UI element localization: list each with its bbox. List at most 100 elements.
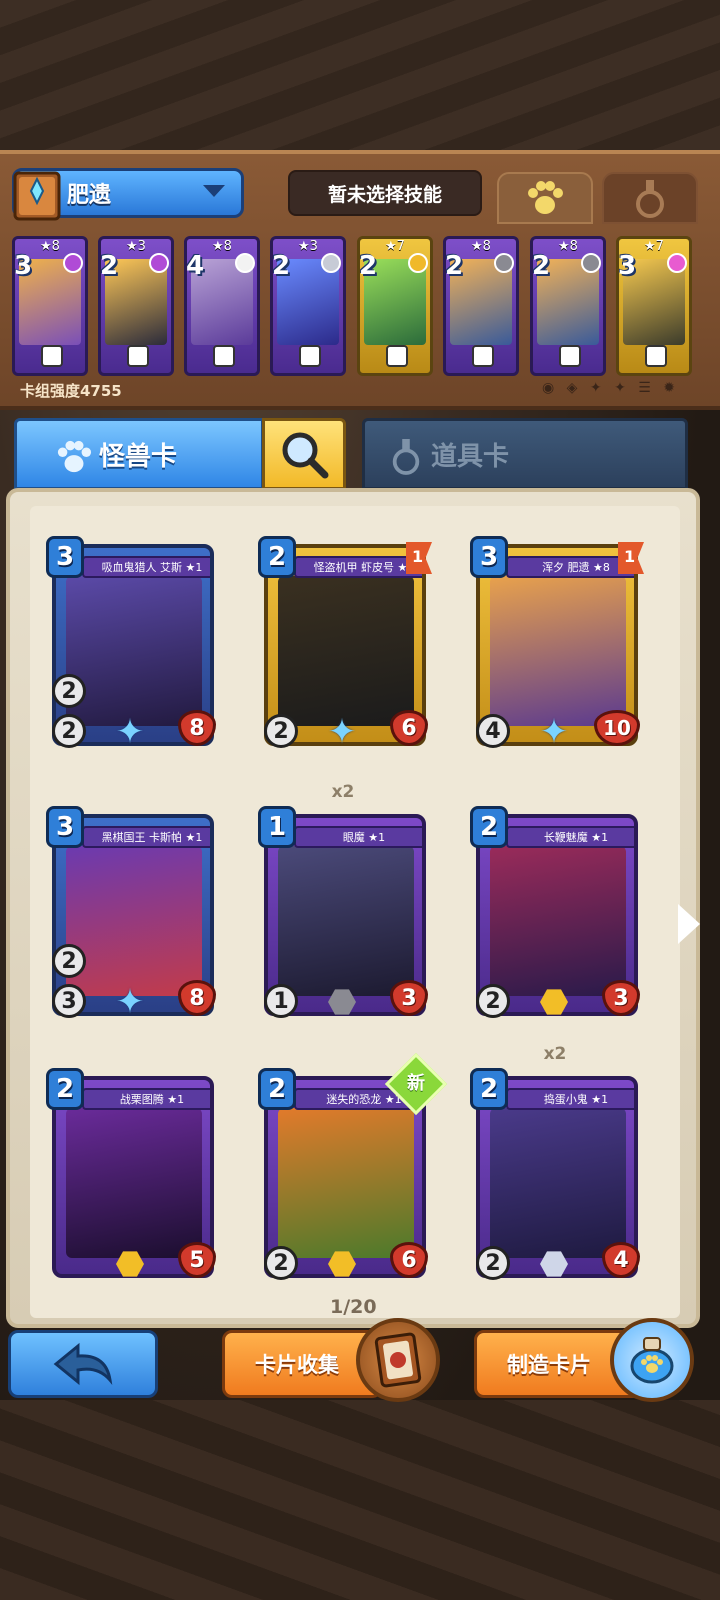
card-name: 战栗图腾 ★1 [82,1088,210,1110]
deck-card[interactable]: ★8 2 [443,236,519,376]
tab-monster-deck[interactable] [497,172,593,224]
card-count: x2 [543,1044,567,1064]
card-name: 长鞭魅魔 ★1 [506,826,634,848]
collection-card[interactable]: 浑夕 肥遗 ★8 3 1 4 10 ✦ [470,536,644,752]
rarity-gem-icon [494,253,514,273]
speed-stat: 2 [264,1246,298,1280]
star-rank-icon: ✦ [539,712,569,752]
star-rank-icon: ✦ [327,712,357,752]
speed-stat: 1 [264,984,298,1018]
rarity-gem-icon [408,253,428,273]
dice-icon [213,345,235,367]
deck-name: 肥遗 [67,183,112,208]
card-cost: 2 [272,251,291,281]
rarity-gem-icon [235,253,255,273]
top-wood-background [0,0,720,160]
star-rank-icon: ✦ [115,712,145,752]
speed-stat: 2 [52,714,86,748]
deck-filter-icons[interactable]: ◉ ◈ ✦ ✦ ☰ ✹ [542,380,679,396]
card-cost: 2 [100,251,119,281]
deck-card[interactable]: ★7 2 [357,236,433,376]
rarity-gem-icon [667,253,687,273]
card-art [278,846,414,996]
flask-icon [636,180,664,218]
dice-icon [645,345,667,367]
attack-stat: 2 [52,944,86,978]
card-cost: 2 [532,251,551,281]
tab-item-cards[interactable]: 道具卡 [362,418,688,490]
card-cost: 3 [618,251,637,281]
dice-icon [41,345,63,367]
deck-selector[interactable]: 肥遗 [12,168,244,221]
card-cost: 3 [14,251,33,281]
speed-stat: 3 [52,984,86,1018]
potion-jar-icon[interactable] [610,1318,694,1402]
back-arrow-icon [53,1342,113,1386]
card-art [66,846,202,996]
deck-book-icon [13,171,61,221]
card-cost: 2 [258,1068,296,1110]
card-cost: 2 [258,536,296,578]
card-cost: 4 [186,251,205,281]
flask-icon [389,437,423,483]
deck-card[interactable]: ★8 2 [530,236,606,376]
back-button[interactable] [8,1330,158,1398]
paw-icon [55,439,93,484]
card-art [278,1108,414,1258]
tab-monster-label: 怪兽卡 [99,441,178,472]
tab-item-deck[interactable] [602,172,698,224]
collection-card[interactable]: 怪盗机甲 虾皮号 ★3 2 1 2 6 ✦ [258,536,432,752]
rarity-gem-icon [149,253,169,273]
card-cost: 3 [46,806,84,848]
dice-icon [559,345,581,367]
speed-stat: 2 [476,984,510,1018]
card-album-icon[interactable] [356,1318,440,1402]
card-art [66,576,202,726]
skill-selector[interactable]: 暂未选择技能 [288,170,482,216]
rarity-gem-icon [321,253,341,273]
deck-card[interactable]: ★8 4 [184,236,260,376]
card-name: 眼魔 ★1 [294,826,422,848]
skill-text: 暂未选择技能 [327,183,442,206]
new-badge-label: 新 [407,1073,425,1094]
card-cost: 2 [470,1068,508,1110]
deck-card[interactable]: ★3 2 [270,236,346,376]
attack-stat: 2 [52,674,86,708]
speed-stat: 2 [264,714,298,748]
dropdown-arrow-icon[interactable] [203,185,225,197]
speed-stat: 2 [476,1246,510,1280]
speed-stat: 4 [476,714,510,748]
collection-card[interactable]: 迷失的恐龙 ★1 2 2 6 新 [258,1052,448,1280]
paw-icon [528,181,563,214]
card-art [490,1108,626,1258]
card-cost: 2 [359,251,378,281]
rarity-gem-icon [581,253,601,273]
card-collection-label: 卡片收集 [255,1353,339,1377]
search-button[interactable] [262,418,346,490]
tab-monster-cards[interactable]: 怪兽卡 [14,418,264,490]
tab-item-label: 道具卡 [431,441,510,472]
dice-icon [472,345,494,367]
collection-card[interactable]: x2 捣蛋小鬼 ★1 2 2 4 [470,1044,640,1280]
card-count: x2 [331,782,355,802]
collection-card[interactable]: 战栗图腾 ★1 2 5 [46,1068,216,1280]
collection-card[interactable]: 吸血鬼猎人 艾斯 ★1 3 2 2 8 ✦ [46,536,216,752]
collection-card[interactable]: 长鞭魅魔 ★1 2 2 3 [470,806,640,1018]
rarity-gem-icon [63,253,83,273]
card-art [490,846,626,996]
card-cost: 3 [470,536,508,578]
dice-icon [299,345,321,367]
dice-icon [386,345,408,367]
bottom-wood-background [0,1400,720,1600]
card-cost: 3 [46,536,84,578]
deck-card[interactable]: ★7 3 [616,236,692,376]
deck-card[interactable]: ★3 2 [98,236,174,376]
collection-card[interactable]: x2 眼魔 ★1 1 1 3 [258,782,428,1018]
collection-card[interactable]: 黑棋国王 卡斯帕 ★1 3 2 3 8 ✦ [46,806,216,1022]
card-cost: 2 [470,806,508,848]
page-indicator: 1/20 [330,1296,377,1318]
card-art [490,576,626,726]
card-cost: 2 [46,1068,84,1110]
deck-card[interactable]: ★8 3 [12,236,88,376]
star-rank-icon: ✦ [115,982,145,1022]
